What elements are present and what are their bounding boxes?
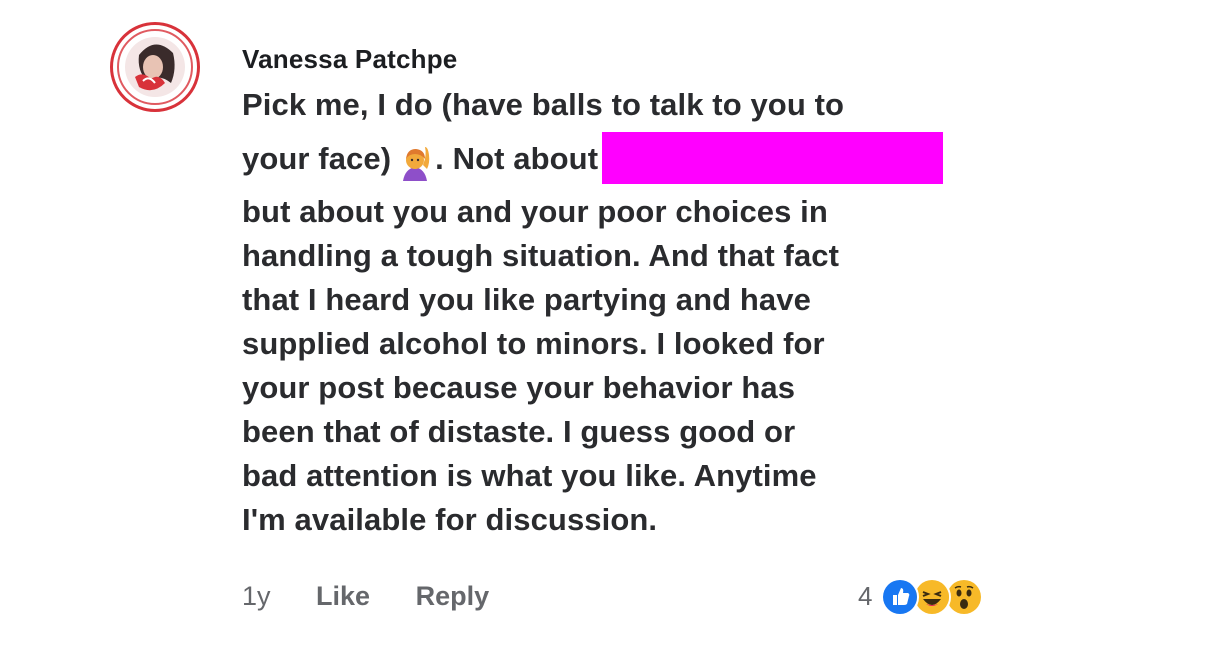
person-raising-hand-icon [397,140,433,181]
comment-line: your post because your behavior has [242,370,796,405]
comment-line: Pick me, I do (have balls to talk to you… [242,87,845,122]
comment-author[interactable]: Vanessa Patchpe [242,40,1042,78]
comment-line: I'm available for discussion. [242,502,658,537]
like-reaction-icon [880,578,919,616]
comment-line: bad attention is what you like. Anytime [242,458,817,493]
redaction-block [602,131,944,184]
comment-line: supplied alcohol to minors. I looked for [242,326,825,361]
comment-line: handling a tough situation. And that fac… [242,238,840,273]
avatar-photo [125,37,185,97]
comment-footer: 1y Like Reply [242,576,489,616]
comment: Vanessa Patchpe Pick me, I do (have ball… [242,40,1042,542]
comment-line-part: . Not about [435,141,599,176]
avatar[interactable] [110,22,200,112]
comment-line: been that of distaste. I guess good or [242,414,796,449]
reply-button[interactable]: Reply [416,576,490,616]
reaction-icons [880,576,993,616]
like-button[interactable]: Like [316,576,370,616]
comment-line-part: your face) [242,141,392,176]
comment-text: Pick me, I do (have balls to talk to you… [242,82,1042,542]
comment-age[interactable]: 1y [242,576,271,616]
comment-line: that I heard you like partying and have [242,282,811,317]
reactions-summary[interactable]: 4 [858,576,993,616]
reaction-count: 4 [858,581,873,611]
comment-line: but about you and your poor choices in [242,194,828,229]
comment-line: your face) . Not about [242,128,1042,190]
